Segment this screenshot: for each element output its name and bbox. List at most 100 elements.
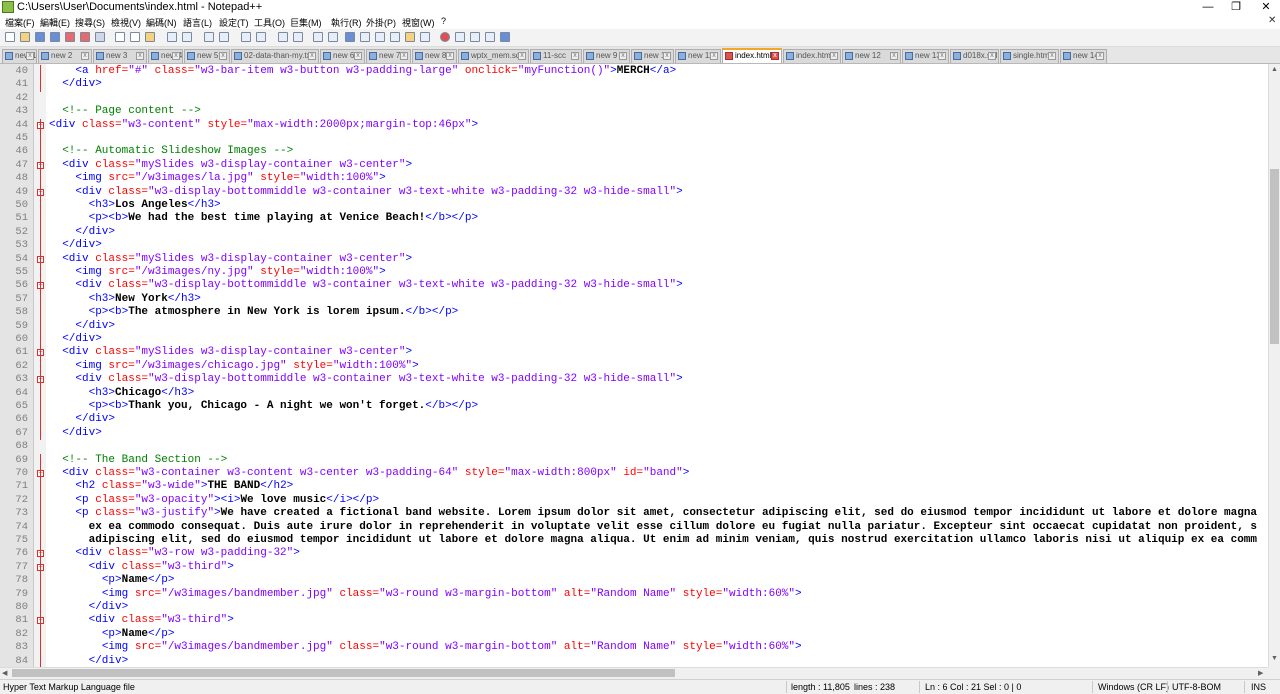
menu-tools[interactable]: 工具(O)	[254, 16, 285, 29]
copy-icon[interactable]	[130, 32, 140, 42]
code-line[interactable]: <p><b>Thank you, Chicago - A night we wo…	[49, 400, 478, 412]
replace-icon[interactable]	[219, 32, 229, 42]
code-line[interactable]: </div>	[49, 655, 129, 667]
tab-close-icon[interactable]: x	[571, 52, 579, 60]
code-line[interactable]: <img src="/w3images/bandmember.jpg" clas…	[49, 588, 802, 600]
tab-close-icon[interactable]: x	[81, 52, 89, 60]
menu-run[interactable]: 執行(R)	[331, 16, 362, 29]
tab-new-14[interactable]: new 14 x	[1060, 49, 1107, 63]
tab-close-icon[interactable]: x	[830, 52, 838, 60]
scroll-down-icon[interactable]: ▼	[1271, 655, 1278, 662]
code-line[interactable]: <p><b>The atmosphere in New York is lore…	[49, 306, 459, 318]
code-line[interactable]: </div>	[49, 333, 102, 345]
cut-icon[interactable]	[115, 32, 125, 42]
code-line[interactable]: <div class="w3-content" style="max-width…	[49, 119, 478, 131]
print-icon[interactable]	[95, 32, 105, 42]
code-line[interactable]: <div class="w3-row w3-padding-32">	[49, 547, 299, 559]
tab-d018x-sql[interactable]: d018x.sql x	[950, 49, 999, 63]
code-line[interactable]: <a href="#" class="w3-bar-item w3-button…	[49, 65, 676, 77]
tab-close-icon[interactable]: x	[26, 52, 34, 60]
minimize-button[interactable]: —	[1194, 0, 1222, 15]
code-line[interactable]: </div>	[49, 413, 115, 425]
tab-close-icon[interactable]: x	[710, 52, 718, 60]
play-macro-icon[interactable]	[470, 32, 480, 42]
tab-close-icon[interactable]: x	[988, 52, 996, 60]
vertical-scrollbar[interactable]: ▲ ▼	[1268, 64, 1280, 667]
code-line[interactable]: <p><b>We had the best time playing at Ve…	[49, 212, 478, 224]
tab-new-9[interactable]: new 9x	[583, 49, 630, 63]
code-line[interactable]: <!-- The Band Section -->	[49, 454, 227, 466]
zoom-out-icon[interactable]	[256, 32, 266, 42]
menu-help[interactable]: ?	[441, 16, 446, 26]
tab-new-12[interactable]: new 12 x	[842, 49, 901, 63]
indent-guide-icon[interactable]	[345, 32, 355, 42]
save-macro-icon[interactable]	[500, 32, 510, 42]
code-line[interactable]: <div class="mySlides w3-display-containe…	[49, 253, 412, 265]
tab-close-icon[interactable]: x	[354, 52, 362, 60]
code-line[interactable]: <div class="w3-container w3-content w3-c…	[49, 467, 689, 479]
tab-new-8[interactable]: new 8x	[412, 49, 457, 63]
code-line[interactable]: </div>	[49, 320, 115, 332]
tab-new-11[interactable]: new 11 x	[675, 49, 721, 63]
tab-11-scc[interactable]: 11-scc x	[530, 49, 582, 63]
tab-new-1[interactable]: new 1x	[2, 49, 37, 63]
tab-close-icon[interactable]: x	[172, 52, 180, 60]
tab-new-13[interactable]: new 13 x	[902, 49, 949, 63]
code-line[interactable]: ex ea commodo consequat. Duis aute irure…	[49, 521, 1257, 533]
tab-close-icon[interactable]: x	[938, 52, 946, 60]
code-line[interactable]: <div class="w3-display-bottommiddle w3-c…	[49, 279, 682, 291]
code-line[interactable]: <div class="w3-third">	[49, 614, 234, 626]
code-line[interactable]: <!-- Page content -->	[49, 105, 201, 117]
record-macro-icon[interactable]	[440, 32, 450, 42]
close-document-icon[interactable]: ✕	[1268, 15, 1276, 26]
word-wrap-icon[interactable]	[313, 32, 323, 42]
tab-new-5[interactable]: new 5x	[184, 49, 230, 63]
code-line[interactable]: <img src="/w3images/bandmember.jpg" clas…	[49, 641, 802, 653]
folder-workspace-icon[interactable]	[405, 32, 415, 42]
tab-close-icon[interactable]: x	[771, 52, 779, 60]
menu-search[interactable]: 搜尋(S)	[75, 16, 105, 29]
find-icon[interactable]	[204, 32, 214, 42]
horizontal-scrollbar[interactable]: ◀ ▶	[0, 667, 1268, 678]
scroll-right-icon[interactable]: ▶	[1258, 669, 1263, 677]
user-language-icon[interactable]	[360, 32, 370, 42]
menu-window[interactable]: 視窗(W)	[402, 16, 435, 29]
menu-macro[interactable]: 巨集(M)	[290, 16, 322, 29]
menu-encoding[interactable]: 編碼(N)	[146, 16, 177, 29]
menu-view[interactable]: 檢視(V)	[111, 16, 141, 29]
code-line[interactable]: <div class="w3-third">	[49, 561, 234, 573]
horizontal-scroll-thumb[interactable]	[12, 669, 675, 677]
code-line[interactable]: <p class="w3-justify">We have created a …	[49, 507, 1257, 519]
scroll-left-icon[interactable]: ◀	[2, 669, 7, 677]
tab-close-icon[interactable]: x	[446, 52, 454, 60]
tab-new-6[interactable]: new 6x	[320, 49, 365, 63]
menu-settings[interactable]: 設定(T)	[219, 16, 249, 29]
sync-vertical-icon[interactable]	[278, 32, 288, 42]
redo-icon[interactable]	[182, 32, 192, 42]
tab-close-icon[interactable]: x	[890, 52, 898, 60]
tab-single-html[interactable]: single.html x	[1000, 49, 1059, 63]
vertical-scroll-thumb[interactable]	[1270, 169, 1279, 344]
save-all-icon[interactable]	[50, 32, 60, 42]
sync-horizontal-icon[interactable]	[293, 32, 303, 42]
menu-edit[interactable]: 編輯(E)	[40, 16, 70, 29]
tab-new-10[interactable]: new 10 x	[631, 49, 674, 63]
tab-wptx-mem-sql[interactable]: wptx_mem.sql x	[458, 49, 529, 63]
code-line[interactable]: </div>	[49, 78, 102, 90]
monitoring-icon[interactable]	[420, 32, 430, 42]
code-line[interactable]: <p class="w3-opacity"><i>We love music</…	[49, 494, 379, 506]
stop-macro-icon[interactable]	[455, 32, 465, 42]
code-line[interactable]: <h3>Chicago</h3>	[49, 387, 195, 399]
tab-close-icon[interactable]: x	[308, 52, 316, 60]
tab-close-icon[interactable]: x	[219, 52, 227, 60]
zoom-in-icon[interactable]	[241, 32, 251, 42]
tab-close-icon[interactable]: x	[619, 52, 627, 60]
new-file-icon[interactable]	[5, 32, 15, 42]
code-line[interactable]: <div class="mySlides w3-display-containe…	[49, 159, 412, 171]
tab-close-icon[interactable]: x	[136, 52, 144, 60]
code-line[interactable]: <img src="/w3images/la.jpg" style="width…	[49, 172, 385, 184]
play-multiple-icon[interactable]	[485, 32, 495, 42]
close-all-icon[interactable]	[80, 32, 90, 42]
close-button[interactable]: ✕	[1252, 0, 1280, 15]
tab-new-7[interactable]: new 7x	[366, 49, 411, 63]
